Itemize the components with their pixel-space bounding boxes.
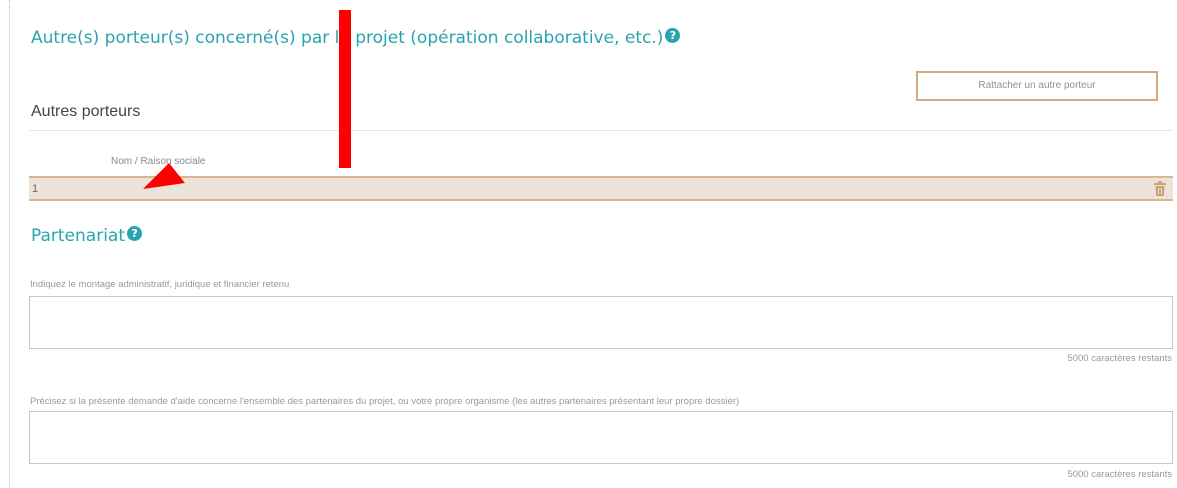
subsection-title: Autres porteurs [31,103,141,120]
section-title-porteurs: Autre(s) porteur(s) concerné(s) par le p… [31,28,681,48]
question-circle-icon[interactable]: ? [665,28,681,43]
question-circle-icon[interactable]: ? [127,226,143,241]
table-row[interactable]: 1 [29,176,1173,201]
section-title-partenariat: Partenariat? [31,226,143,246]
annotation-arrow-icon [143,163,185,189]
char-counter: 5000 caractères restants [1067,353,1172,364]
row-number: 1 [32,183,39,195]
page-left-border [9,0,10,488]
montage-textarea[interactable] [29,296,1173,349]
attach-porteur-button[interactable]: Rattacher un autre porteur [916,71,1158,101]
char-counter: 5000 caractères restants [1067,469,1172,480]
annotation-bar [339,10,351,168]
divider [29,130,1173,131]
field-label-demande: Précisez si la présente demande d'aide c… [30,396,740,407]
field-label-montage: Indiquez le montage administratif, jurid… [30,279,290,290]
demande-textarea[interactable] [29,411,1173,464]
trash-icon[interactable] [1153,181,1167,196]
